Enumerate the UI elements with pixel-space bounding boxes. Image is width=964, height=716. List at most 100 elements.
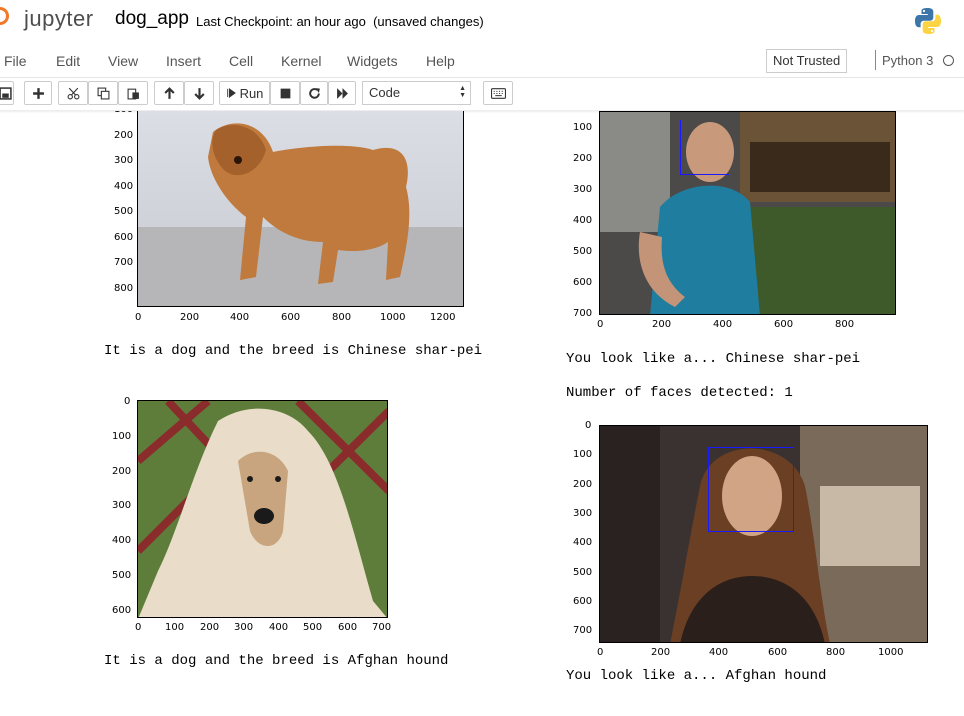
restart-run-all-button[interactable] <box>328 81 356 105</box>
menu-file[interactable]: File <box>4 53 27 69</box>
sharpei-dog-picture <box>138 111 463 306</box>
run-button[interactable]: Run <box>219 81 270 105</box>
man-photo-image <box>599 111 896 315</box>
y-tick-label: 800 <box>114 283 134 294</box>
arrow-up-icon <box>163 86 175 99</box>
arrow-down-icon <box>193 87 205 100</box>
face-bounding-box <box>708 447 794 532</box>
y-tick-label: 200 <box>112 466 132 477</box>
stop-icon <box>280 88 290 98</box>
checkpoint-status: Last Checkpoint: an hour ago (unsaved ch… <box>196 14 484 29</box>
y-tick-label: 400 <box>112 535 132 546</box>
cell-type-value: Code <box>369 85 401 100</box>
y-tick-label: 0 <box>585 420 592 431</box>
menu-bar: File Edit View Insert Cell Kernel Widget… <box>0 44 964 78</box>
step-forward-icon <box>226 88 236 98</box>
copy-button[interactable] <box>88 81 118 105</box>
jupyter-logo-text[interactable]: jupyter <box>24 6 94 32</box>
menu-widgets[interactable]: Widgets <box>347 53 398 69</box>
plot-sharpei-dog: 100 200 300 400 500 600 700 800 0 200 40… <box>100 111 480 331</box>
menu-help[interactable]: Help <box>426 53 455 69</box>
x-tick-label: 0 <box>597 647 604 658</box>
y-tick-label: 700 <box>573 625 593 636</box>
y-tick-label: 300 <box>114 155 134 166</box>
plus-icon <box>32 87 44 99</box>
move-down-button[interactable] <box>184 81 214 105</box>
x-tick-label: 400 <box>269 622 289 633</box>
y-tick-label: 100 <box>112 431 132 442</box>
menu-edit[interactable]: Edit <box>56 53 80 69</box>
x-tick-label: 0 <box>135 312 142 323</box>
x-tick-label: 600 <box>774 319 794 330</box>
y-tick-label: 400 <box>114 181 134 192</box>
save-button[interactable] <box>0 81 14 105</box>
sharpei-dog-image <box>137 111 464 307</box>
fast-forward-icon <box>336 87 348 99</box>
cut-button[interactable] <box>58 81 88 105</box>
x-tick-label: 800 <box>332 312 352 323</box>
y-tick-label: 500 <box>573 246 593 257</box>
prediction-text: You look like a... Chinese shar-pei <box>566 351 861 367</box>
y-tick-label: 300 <box>573 184 593 195</box>
x-tick-label: 800 <box>826 647 846 658</box>
y-tick-label: 400 <box>573 537 593 548</box>
insert-cell-button[interactable] <box>24 81 52 105</box>
prediction-text: It is a dog and the breed is Chinese sha… <box>104 343 483 359</box>
y-tick-label: 100 <box>573 449 593 460</box>
menu-insert[interactable]: Insert <box>166 53 201 69</box>
menu-kernel[interactable]: Kernel <box>281 53 321 69</box>
kernel-name[interactable]: Python 3 <box>882 53 933 68</box>
y-tick-label: 300 <box>112 500 132 511</box>
jupyter-logo-icon[interactable] <box>0 7 9 25</box>
x-tick-label: 600 <box>338 622 358 633</box>
keyboard-icon <box>490 87 506 99</box>
face-bounding-box <box>680 120 729 175</box>
plot-man-face: 100 200 300 400 500 600 700 0 200 400 60… <box>565 111 905 336</box>
cell-type-select[interactable]: Code ▲ ▼ <box>362 81 471 105</box>
move-up-button[interactable] <box>154 81 184 105</box>
checkpoint-text: Last Checkpoint: an hour ago <box>196 14 366 29</box>
y-tick-label: 600 <box>573 277 593 288</box>
x-tick-label: 500 <box>303 622 323 633</box>
paste-icon <box>127 88 139 99</box>
x-tick-label: 800 <box>835 319 855 330</box>
x-tick-label: 600 <box>768 647 788 658</box>
autosave-status: (unsaved changes) <box>373 14 484 29</box>
y-tick-label: 700 <box>573 308 593 319</box>
notebook-header: jupyter dog_app Last Checkpoint: an hour… <box>0 0 964 44</box>
not-trusted-button[interactable]: Not Trusted <box>766 49 848 73</box>
menu-view[interactable]: View <box>108 53 138 69</box>
restart-button[interactable] <box>300 81 328 105</box>
man-photo-picture <box>600 112 895 314</box>
x-tick-label: 400 <box>709 647 729 658</box>
paste-button[interactable] <box>118 81 148 105</box>
x-tick-label: 0 <box>135 622 142 633</box>
interrupt-button[interactable] <box>270 81 300 105</box>
afghan-hound-image <box>137 400 388 618</box>
x-tick-label: 600 <box>281 312 301 323</box>
y-tick-label: 100 <box>114 111 133 115</box>
prediction-text: You look like a... Afghan hound <box>566 668 827 684</box>
y-tick-label: 200 <box>573 479 593 490</box>
x-tick-label: 200 <box>652 319 672 330</box>
x-tick-label: 400 <box>713 319 733 330</box>
menu-cell[interactable]: Cell <box>229 53 253 69</box>
y-tick-label: 600 <box>112 605 132 616</box>
x-tick-label: 0 <box>597 319 604 330</box>
y-tick-label: 700 <box>114 257 134 268</box>
notebook-name[interactable]: dog_app <box>115 8 189 30</box>
scissors-icon <box>67 87 79 99</box>
y-tick-label: 200 <box>114 130 134 141</box>
select-arrows-icon: ▲ ▼ <box>459 85 466 99</box>
y-tick-label: 100 <box>573 122 593 133</box>
run-label: Run <box>239 85 264 101</box>
copy-icon <box>97 87 109 99</box>
afghan-hound-picture <box>138 401 387 617</box>
y-tick-label: 600 <box>114 232 134 243</box>
x-tick-label: 1000 <box>878 647 904 658</box>
x-tick-label: 1000 <box>380 312 406 323</box>
kernel-divider <box>875 50 876 70</box>
command-palette-button[interactable] <box>483 81 513 105</box>
x-tick-label: 300 <box>234 622 254 633</box>
plot-woman-face: 0 100 200 300 400 500 600 700 0 200 400 … <box>565 416 935 666</box>
